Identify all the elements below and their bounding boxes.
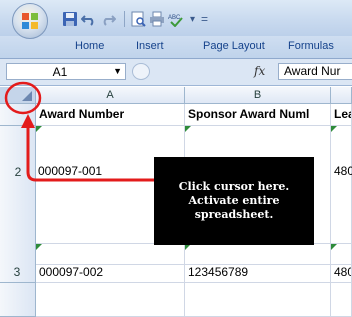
customize-qat-dropdown[interactable]: ▾ [190, 14, 195, 25]
cell-b1[interactable]: Sponsor Award Numl [185, 104, 331, 126]
name-box-value: A1 [52, 65, 68, 79]
spelling-icon[interactable]: ABC [168, 11, 184, 28]
callout-line-2: Activate entire [188, 194, 280, 207]
office-button[interactable] [12, 3, 48, 39]
cell-text: Sponsor Award Numl [188, 107, 310, 121]
error-indicator-icon [185, 126, 191, 132]
office-logo-icon [22, 13, 38, 29]
instruction-callout: Click cursor here. Activate entire sprea… [154, 157, 314, 245]
cell-a1[interactable]: Award Number [36, 104, 185, 126]
cell-c4[interactable] [331, 283, 352, 317]
cell-b3-band[interactable]: 123456789 [185, 243, 331, 283]
formula-content: Award Nur [284, 64, 341, 78]
tab-insert[interactable]: Insert [136, 40, 164, 52]
tab-formulas[interactable]: Formulas [288, 40, 334, 52]
cell-c3-band[interactable]: 480 [331, 243, 352, 283]
error-indicator-icon [36, 244, 42, 250]
cell-c2-text: 480 [334, 164, 352, 178]
callout-line-3: spreadsheet. [194, 208, 274, 221]
save-icon[interactable] [62, 11, 78, 27]
cell-text: Lea [334, 107, 351, 121]
print-icon[interactable] [149, 11, 165, 27]
callout-line-1: Click cursor here. [178, 180, 290, 193]
cell-text: 000097-002 [39, 265, 104, 279]
tab-home[interactable]: Home [75, 40, 104, 52]
print-preview-icon[interactable] [130, 11, 146, 27]
cell-a3-band[interactable]: 000097-002 [36, 243, 185, 283]
cell-text: Award Number [39, 107, 125, 121]
error-indicator-icon [331, 244, 337, 250]
cell-b4[interactable] [185, 283, 331, 317]
cell-text: 480 [334, 265, 351, 279]
redo-icon[interactable] [100, 11, 117, 27]
ribbon-tabs: Home Insert Page Layout Formulas [0, 36, 352, 59]
column-header-c[interactable] [331, 87, 352, 104]
cell-text: 123456789 [188, 265, 249, 279]
column-header-a[interactable]: A [36, 87, 185, 104]
row-header-4[interactable] [0, 283, 36, 317]
row-header-3-band[interactable]: 3 [0, 243, 36, 283]
formula-bar: A1 ▼ fx Award Nur [0, 59, 352, 86]
undo-icon[interactable] [80, 11, 97, 27]
row-header-1[interactable] [0, 104, 36, 126]
tab-page-layout[interactable]: Page Layout [203, 40, 265, 52]
toolbar-separator [124, 11, 125, 27]
title-separator: = [201, 12, 209, 26]
error-indicator-icon [331, 126, 337, 132]
formula-input[interactable]: Award Nur [278, 63, 352, 80]
cell-c1[interactable]: Lea [331, 104, 352, 126]
insert-function-icon[interactable]: fx [254, 64, 265, 78]
cell-a2-text: 000097-001 [38, 164, 103, 178]
column-header-b[interactable]: B [185, 87, 331, 104]
row-number: 3 [13, 265, 21, 279]
select-all-triangle-icon [22, 91, 32, 101]
select-all-button[interactable] [0, 87, 36, 104]
formula-cancel-icon[interactable] [132, 63, 150, 80]
error-indicator-icon [36, 126, 42, 132]
cell-a4[interactable] [36, 283, 185, 317]
title-bar: ABC ▾ = [0, 0, 352, 39]
quick-access-toolbar: ABC ▾ = [62, 9, 208, 29]
row-2-number: 2 [14, 165, 22, 179]
name-box[interactable]: A1 ▼ [6, 63, 126, 80]
chevron-down-icon[interactable]: ▼ [113, 66, 122, 76]
